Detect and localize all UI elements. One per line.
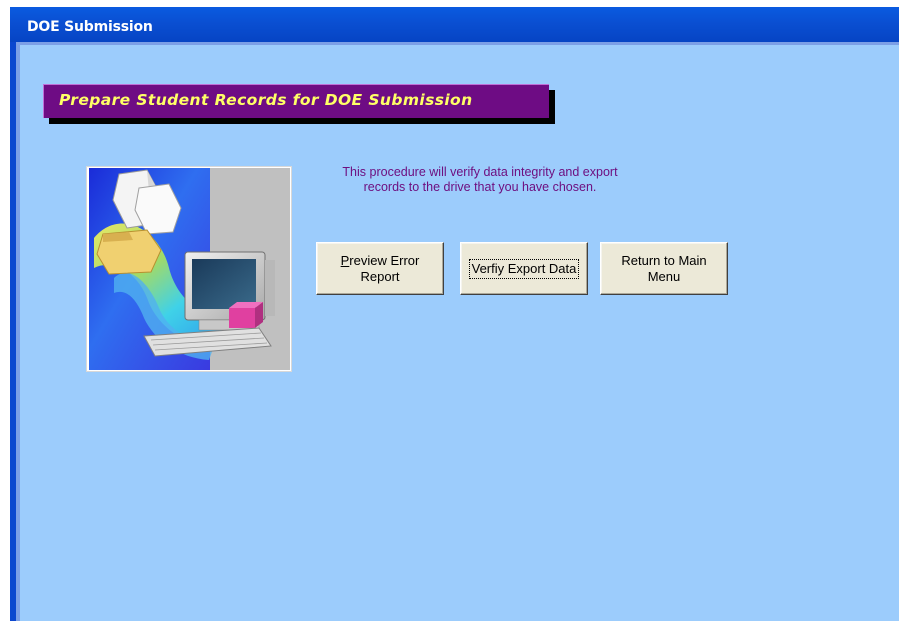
- computer-with-documents-icon: [89, 168, 290, 370]
- window-title: DOE Submission: [27, 19, 153, 35]
- return-to-main-menu-label: Return to Main Menu: [621, 253, 706, 285]
- preview-mnemonic: P: [340, 252, 350, 268]
- return-label-line-2: Menu: [647, 268, 681, 284]
- preview-error-report-button[interactable]: Preview Error Report: [316, 242, 444, 295]
- title-bar[interactable]: DOE Submission: [10, 7, 899, 42]
- doe-submission-window: DOE Submission Prepare Student Records f…: [0, 0, 899, 621]
- procedure-description: This procedure will verify data integrit…: [310, 165, 650, 195]
- preview-error-report-label: Preview Error Report: [341, 253, 420, 285]
- preview-label-line-2: Report: [360, 268, 400, 284]
- return-to-main-menu-button[interactable]: Return to Main Menu: [600, 242, 728, 295]
- page-title-banner: Prepare Student Records for DOE Submissi…: [43, 84, 549, 118]
- form-top-edge: [20, 42, 899, 45]
- return-label-line-1: Return to Main: [621, 252, 707, 268]
- description-line-2: records to the drive that you have chose…: [363, 180, 597, 194]
- verify-export-data-label: Verfiy Export Data: [468, 258, 580, 279]
- verify-export-data-button[interactable]: Verfiy Export Data: [460, 242, 588, 295]
- description-line-1: This procedure will verify data integrit…: [342, 165, 618, 179]
- page-title: Prepare Student Records for DOE Submissi…: [59, 91, 473, 109]
- preview-label-line-1: review Error: [349, 252, 420, 268]
